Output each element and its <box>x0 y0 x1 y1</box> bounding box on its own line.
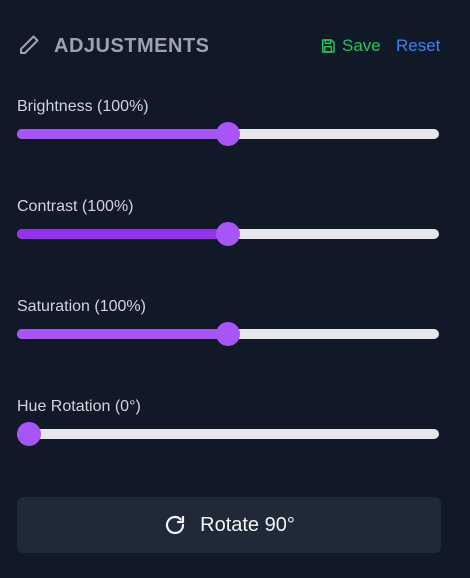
contrast-slider[interactable] <box>17 222 439 246</box>
hue-rotation-slider[interactable] <box>17 422 439 446</box>
save-button[interactable]: Save <box>320 34 381 58</box>
saturation-fill <box>17 329 228 339</box>
reset-button[interactable]: Reset <box>396 34 440 58</box>
save-label: Save <box>342 36 381 55</box>
contrast-slider-group: Contrast (100%) <box>17 197 441 246</box>
pencil-icon <box>20 35 39 54</box>
contrast-thumb[interactable] <box>216 222 240 246</box>
brightness-thumb[interactable] <box>216 122 240 146</box>
floppy-disk-icon <box>321 39 335 53</box>
adjustments-header: ADJUSTMENTS Save Reset <box>17 30 441 62</box>
brightness-slider[interactable] <box>17 122 439 146</box>
saturation-thumb[interactable] <box>216 322 240 346</box>
rotate-label: Rotate 90° <box>200 513 295 536</box>
brightness-fill <box>17 129 228 139</box>
rotate-clockwise-icon <box>166 515 185 535</box>
brightness-label: Brightness (100%) <box>17 98 149 115</box>
adjustments-panel: ADJUSTMENTS Save Reset Brightness (100%)… <box>0 0 470 578</box>
hue-rotation-label: Hue Rotation (0°) <box>17 398 141 415</box>
saturation-slider-group: Saturation (100%) <box>17 297 441 346</box>
rotate-button[interactable]: Rotate 90° <box>17 497 441 553</box>
contrast-fill <box>17 229 228 239</box>
saturation-label: Saturation (100%) <box>17 298 146 315</box>
saturation-slider[interactable] <box>17 322 439 346</box>
panel-title: ADJUSTMENTS <box>54 35 210 57</box>
hue-rotation-thumb[interactable] <box>17 422 41 446</box>
hue-rotation-slider-group: Hue Rotation (0°) <box>17 397 441 446</box>
brightness-slider-group: Brightness (100%) <box>17 97 441 146</box>
contrast-label: Contrast (100%) <box>17 198 134 215</box>
